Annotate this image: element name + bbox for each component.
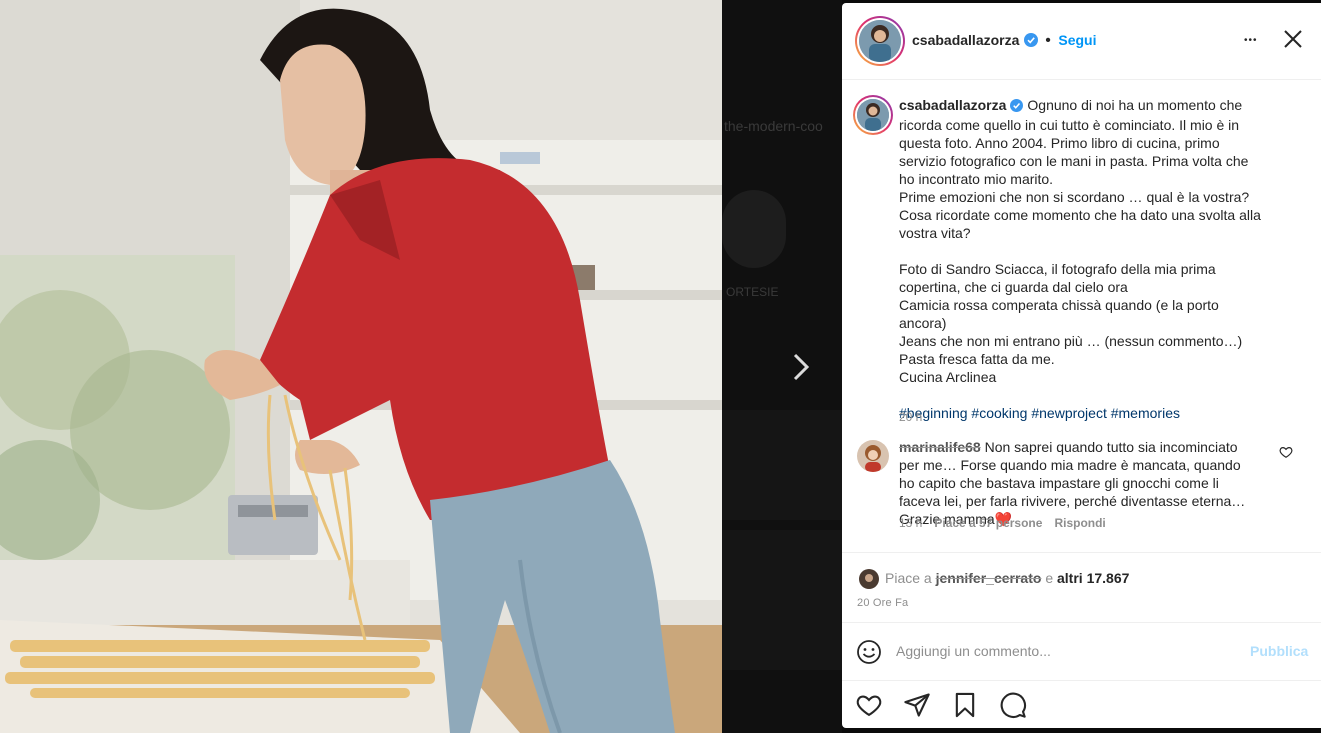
like-comment-button[interactable]: [1279, 445, 1293, 459]
emoji-icon: [857, 640, 881, 664]
post-date: 20 Ore Fa: [857, 597, 909, 609]
background-avatar: [722, 190, 786, 268]
comments-area[interactable]: csabadallazorza Ognuno di noi ha un momen…: [842, 80, 1321, 552]
hashtag-link[interactable]: #cooking: [971, 405, 1027, 421]
verified-badge-icon: [1023, 33, 1038, 52]
follow-button[interactable]: Segui: [1058, 32, 1096, 48]
comment-timestamp: 13 h: [899, 516, 923, 530]
author-username[interactable]: csabadallazorza: [912, 32, 1019, 48]
liker-username[interactable]: jennifer_cerrato: [936, 570, 1042, 586]
post-header: csabadallazorza • Segui •••: [842, 3, 1321, 80]
likes-prefix: Piace a: [885, 570, 932, 586]
comment-input[interactable]: Aggiungi un commento...: [896, 643, 1051, 659]
likes-section: Piace a jennifer_cerrato e altri 17.867 …: [842, 552, 1321, 623]
background-text: the-modern-coo: [724, 118, 823, 134]
action-bar: [842, 680, 1321, 728]
post-side-panel: csabadallazorza • Segui ••• csabadallazo…: [842, 3, 1321, 728]
close-icon: [1284, 30, 1302, 48]
hashtags: #beginning #cooking #newproject #memorie…: [899, 405, 1180, 421]
share-button[interactable]: [903, 691, 931, 719]
comment-text-block: marinalife68 Non saprei quando tutto sia…: [899, 438, 1259, 528]
send-icon: [904, 693, 930, 717]
likes-middle: e: [1045, 570, 1054, 586]
comment-icon: [1000, 692, 1026, 718]
reply-button[interactable]: Rispondi: [1054, 516, 1105, 530]
caption-author[interactable]: csabadallazorza: [899, 97, 1006, 113]
commenter-avatar[interactable]: [857, 440, 889, 472]
hashtag-link[interactable]: #memories: [1111, 405, 1180, 421]
comment-meta: 13 h Piace a 57 persone Rispondi: [899, 516, 1106, 530]
more-options-button[interactable]: •••: [1244, 35, 1258, 46]
next-slide-button[interactable]: [786, 350, 816, 384]
publish-button[interactable]: Pubblica: [1250, 643, 1308, 659]
likes-count-link[interactable]: altri 17.867: [1057, 570, 1129, 586]
author-avatar[interactable]: [855, 16, 905, 66]
comment-likes-link[interactable]: Piace a 57 persone: [934, 516, 1042, 530]
liker-avatar[interactable]: [859, 569, 879, 589]
separator-dot: •: [1045, 32, 1051, 49]
comment-button[interactable]: [999, 691, 1027, 719]
post-photo: [0, 0, 722, 733]
like-button[interactable]: [855, 691, 883, 719]
background-page: the-modern-coo ORTESIE: [722, 0, 842, 733]
emoji-button[interactable]: [856, 639, 882, 665]
heart-icon: [1279, 447, 1293, 458]
background-block: [722, 530, 842, 670]
background-text: ORTESIE: [726, 285, 779, 299]
post-caption: csabadallazorza Ognuno di noi ha un momen…: [899, 96, 1267, 422]
hashtag-link[interactable]: #newproject: [1031, 405, 1107, 421]
comment-author[interactable]: marinalife68: [899, 439, 981, 455]
caption-timestamp: 20 h: [899, 410, 923, 424]
background-block: [722, 410, 842, 520]
save-button[interactable]: [951, 691, 979, 719]
heart-icon: [856, 695, 882, 717]
header-user-line: csabadallazorza • Segui: [912, 32, 1096, 52]
likes-summary: Piace a jennifer_cerrato e altri 17.867: [885, 570, 1129, 586]
add-comment-bar: Aggiungi un commento... Pubblica: [842, 622, 1321, 681]
caption-author-avatar[interactable]: [853, 95, 893, 135]
caption-text: Ognuno di noi ha un momento che ricorda …: [899, 97, 1261, 385]
bookmark-icon: [955, 692, 975, 718]
close-button[interactable]: [1283, 29, 1303, 49]
verified-badge-icon: [1010, 98, 1024, 116]
chevron-right-icon: [793, 353, 810, 381]
